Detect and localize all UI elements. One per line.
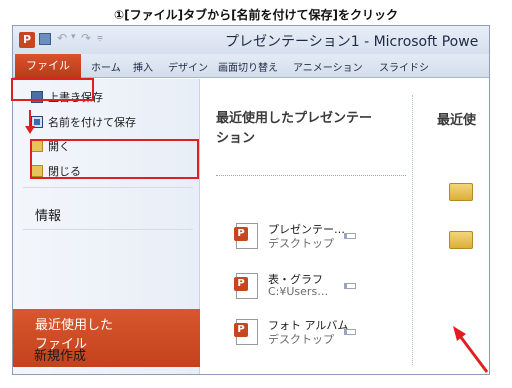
powerpoint-app-icon[interactable]: P	[19, 32, 35, 48]
pane-divider	[216, 175, 406, 176]
save-as-command[interactable]: 名前を付けて保存	[31, 114, 136, 130]
tab-design[interactable]: デザイン	[168, 59, 208, 74]
nav-new[interactable]: 新規作成	[34, 345, 86, 364]
recent-file-item[interactable]: フォト アルバム デスクトップ	[234, 317, 406, 357]
recent-presentations-title-line-2: ション	[216, 131, 256, 146]
undo-icon[interactable]: ↶	[57, 31, 67, 45]
backstage-nav: 上書き保存 名前を付けて保存 開く 閉じる 情報 最近使用した ファイル	[13, 79, 200, 374]
window-title: プレゼンテーション1 - Microsoft Powe	[225, 34, 479, 50]
recent-presentations-title: 最近使用したプレゼンテー ション	[216, 109, 406, 149]
save-as-command-label: 名前を付けて保存	[48, 116, 136, 129]
nav-recent-label-1: 最近使用した	[35, 318, 114, 333]
pptx-file-icon	[234, 273, 258, 299]
file-tab-highlight	[11, 78, 94, 101]
tab-home[interactable]: ホーム	[91, 59, 121, 74]
recent-presentations-title-line-1: 最近使用したプレゼンテー	[216, 111, 373, 126]
customize-qat-icon[interactable]: ⩦	[97, 32, 103, 43]
pptx-file-icon	[234, 223, 258, 249]
recent-file-path: C:¥Users…	[268, 285, 329, 298]
redo-icon[interactable]: ↷	[81, 31, 91, 45]
save-as-icon	[31, 116, 43, 128]
tab-file[interactable]: ファイル	[15, 54, 81, 78]
backstage-view: 上書き保存 名前を付けて保存 開く 閉じる 情報 最近使用した ファイル 最近使…	[13, 79, 489, 374]
pin-icon[interactable]	[344, 233, 356, 239]
save-as-highlight	[30, 139, 199, 179]
ribbon-tabs: ファイル ホーム 挿入 デザイン 画面切り替え アニメーション スライドシ	[13, 54, 489, 78]
recent-file-path: デスクトップ	[268, 333, 334, 346]
quick-save-icon[interactable]	[39, 33, 51, 45]
pptx-file-icon	[234, 319, 258, 345]
title-bar: P ↶ ▾ ↷ ⩦ プレゼンテーション1 - Microsoft Powe	[13, 26, 489, 54]
pin-icon[interactable]	[344, 329, 356, 335]
nav-divider	[23, 187, 193, 188]
tab-slideshow[interactable]: スライドシ	[379, 59, 429, 74]
recent-file-path: デスクトップ	[268, 237, 334, 250]
tab-transitions[interactable]: 画面切り替え	[218, 59, 278, 74]
recent-presentations-pane: 最近使用したプレゼンテー ション プレゼンテー… デスクトップ 表・グラフ C:…	[200, 79, 412, 374]
nav-info[interactable]: 情報	[35, 205, 61, 224]
recent-places-pane: 最近使	[413, 79, 489, 374]
recent-file-item[interactable]: プレゼンテー… デスクトップ	[234, 221, 406, 261]
tab-insert[interactable]: 挿入	[133, 59, 153, 74]
pin-icon[interactable]	[344, 283, 356, 289]
recent-places-title: 最近使	[437, 113, 477, 128]
annotation-caption: ①[ファイル]タブから[名前を付けて保存]をクリック	[113, 8, 399, 22]
folder-icon[interactable]	[449, 231, 473, 249]
undo-dropdown-icon[interactable]: ▾	[71, 32, 76, 42]
recent-file-item[interactable]: 表・グラフ C:¥Users…	[234, 271, 406, 311]
nav-divider	[23, 229, 193, 230]
tab-animations[interactable]: アニメーション	[293, 59, 363, 74]
folder-icon[interactable]	[449, 183, 473, 201]
